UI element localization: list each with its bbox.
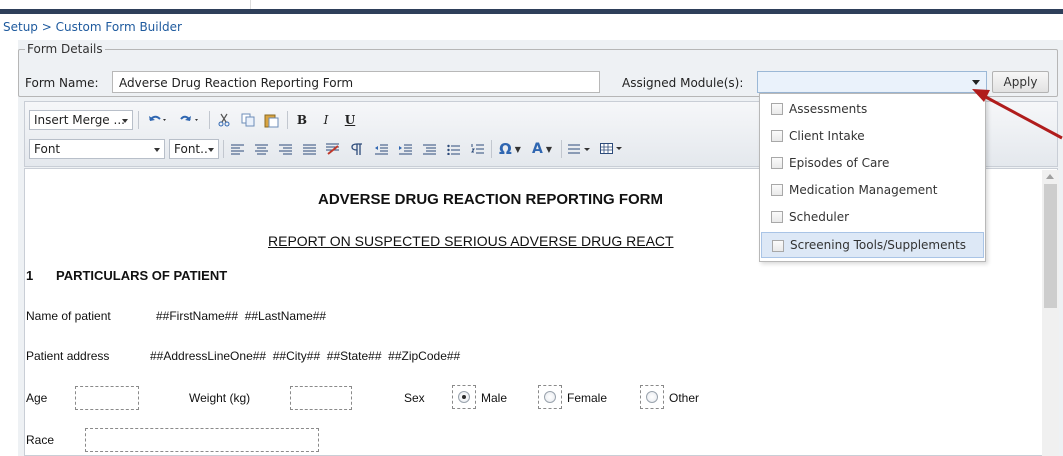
- module-option-medication-management[interactable]: Medication Management: [761, 177, 984, 203]
- toolbar-separator: [491, 140, 492, 158]
- radio-unselected-icon: [544, 391, 556, 403]
- toolbar-separator: [223, 140, 224, 158]
- toolbar-separator: [138, 111, 139, 129]
- paragraph-style-icon[interactable]: [565, 139, 595, 159]
- font-size-caret-icon: [208, 148, 214, 152]
- bullet-list-icon[interactable]: [442, 139, 464, 159]
- weight-input[interactable]: [290, 386, 352, 410]
- sex-label: Sex: [404, 391, 425, 405]
- header-gap: [250, 0, 1063, 9]
- module-option-label: Scheduler: [789, 210, 850, 224]
- align-left-icon[interactable]: [226, 139, 248, 159]
- document-subtitle: REPORT ON SUSPECTED SERIOUS ADVERSE DRUG…: [268, 233, 674, 249]
- special-character-icon[interactable]: Ω ▼: [495, 139, 525, 159]
- font-color-glyph: A: [532, 141, 543, 157]
- align-right-icon[interactable]: [274, 139, 296, 159]
- sex-radio-other[interactable]: [640, 385, 664, 409]
- section-number: 1: [26, 268, 34, 283]
- module-option-episodes-of-care[interactable]: Episodes of Care: [761, 150, 984, 176]
- checkbox-icon[interactable]: [771, 103, 783, 115]
- font-size-dropdown[interactable]: Font..: [169, 139, 219, 159]
- checkbox-icon[interactable]: [771, 211, 783, 223]
- redo-icon[interactable]: [175, 110, 205, 130]
- race-input[interactable]: [85, 428, 319, 452]
- toolbar-separator: [209, 111, 210, 129]
- toolbar-separator: [287, 111, 288, 129]
- checkbox-icon[interactable]: [772, 240, 784, 252]
- sex-option-female: Female: [567, 391, 608, 405]
- indent-icon[interactable]: [394, 139, 416, 159]
- insert-merge-label: Insert Merge ...: [34, 113, 125, 127]
- form-name-input[interactable]: Adverse Drug Reaction Reporting Form: [112, 71, 600, 93]
- checkbox-icon[interactable]: [771, 184, 783, 196]
- radio-selected-icon: [458, 391, 470, 403]
- sex-option-male: Male: [481, 391, 508, 405]
- sex-option-other: Other: [669, 391, 700, 405]
- toolbar-separator: [561, 140, 562, 158]
- editor-scrollbar[interactable]: [1042, 170, 1059, 456]
- assigned-module-select[interactable]: [757, 71, 987, 93]
- breadcrumb[interactable]: Setup > Custom Form Builder: [0, 14, 1063, 38]
- form-details-legend: Form Details: [25, 42, 105, 56]
- module-option-client-intake[interactable]: Client Intake: [761, 123, 984, 149]
- font-family-dropdown[interactable]: Font: [29, 139, 165, 159]
- underline-button[interactable]: U: [339, 110, 361, 130]
- bold-button[interactable]: B: [291, 110, 313, 130]
- age-label: Age: [26, 391, 48, 405]
- module-option-assessments[interactable]: Assessments: [761, 96, 984, 122]
- window-top-band: [0, 0, 1063, 14]
- patient-address-merge-fields: ##AddressLineOne## ##City## ##State## ##…: [150, 349, 461, 363]
- patient-name-label: Name of patient: [26, 309, 111, 323]
- outdent-icon[interactable]: [370, 139, 392, 159]
- module-option-screening-tools[interactable]: Screening Tools/Supplements: [761, 232, 984, 258]
- radio-unselected-icon: [646, 391, 658, 403]
- sex-radio-male[interactable]: [452, 385, 476, 409]
- age-input[interactable]: [75, 386, 139, 410]
- align-center-icon[interactable]: [250, 139, 272, 159]
- patient-name-merge-fields: ##FirstName## ##LastName##: [156, 309, 327, 323]
- annotation-arrow-icon: [972, 89, 1063, 140]
- checkbox-icon[interactable]: [771, 130, 783, 142]
- clear-format-icon[interactable]: [322, 139, 344, 159]
- module-option-label: Assessments: [789, 102, 868, 116]
- undo-icon[interactable]: [143, 110, 173, 130]
- race-label: Race: [26, 433, 55, 447]
- numbered-list-icon[interactable]: [466, 139, 488, 159]
- weight-label: Weight (kg): [189, 391, 251, 405]
- assigned-module-label: Assigned Module(s):: [622, 76, 744, 90]
- scroll-up-icon[interactable]: [1046, 174, 1054, 179]
- justify-icon[interactable]: [298, 139, 320, 159]
- module-option-label: Client Intake: [789, 129, 865, 143]
- font-color-icon[interactable]: A ▼: [527, 139, 557, 159]
- module-option-label: Medication Management: [789, 183, 938, 197]
- checkbox-icon[interactable]: [771, 157, 783, 169]
- block-indent-icon[interactable]: [418, 139, 440, 159]
- omega-glyph: Ω: [499, 140, 512, 158]
- document-title: ADVERSE DRUG REACTION REPORTING FORM: [318, 191, 664, 208]
- font-size-label: Font..: [174, 142, 208, 156]
- module-option-scheduler[interactable]: Scheduler: [761, 204, 984, 230]
- copy-icon[interactable]: [237, 110, 259, 130]
- paragraph-icon[interactable]: [346, 139, 368, 159]
- module-option-label: Episodes of Care: [789, 156, 890, 170]
- assigned-module-dropdown-list: Assessments Client Intake Episodes of Ca…: [759, 93, 986, 262]
- paste-icon[interactable]: [261, 110, 283, 130]
- form-name-label: Form Name:: [25, 76, 99, 90]
- insert-merge-dropdown[interactable]: Insert Merge ...: [29, 110, 133, 130]
- font-family-label: Font: [34, 142, 61, 156]
- section-title: PARTICULARS OF PATIENT: [56, 268, 228, 283]
- insert-merge-caret-icon: [122, 119, 128, 123]
- italic-button[interactable]: I: [315, 110, 337, 130]
- sex-radio-female[interactable]: [538, 385, 562, 409]
- patient-address-label: Patient address: [26, 349, 110, 363]
- cut-icon[interactable]: [213, 110, 235, 130]
- scrollbar-thumb[interactable]: [1044, 184, 1057, 308]
- module-option-label: Screening Tools/Supplements: [790, 238, 967, 252]
- font-family-caret-icon: [154, 148, 160, 152]
- table-icon[interactable]: [597, 139, 627, 159]
